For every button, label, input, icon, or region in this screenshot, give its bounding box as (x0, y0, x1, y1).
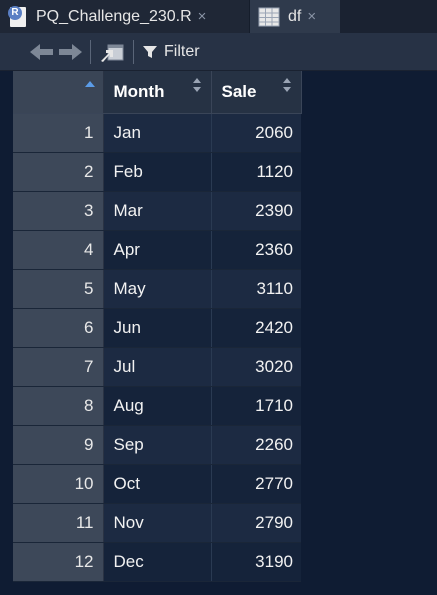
column-header-label: Month (113, 81, 165, 101)
sale-cell: 3110 (211, 269, 301, 309)
row-number: 1 (13, 113, 104, 153)
tab-label: PQ_Challenge_230.R (36, 7, 192, 25)
data-grid: Month Sale 1 Jan 2060 2 Feb 1120 3 Mar 2390 4A… (13, 71, 302, 582)
row-number: 10 (13, 464, 104, 504)
table-row: 9 Sep 2260 (13, 425, 301, 465)
table-row: 7 Jul 3020 (13, 347, 301, 387)
sort-toggle-icon[interactable] (282, 78, 293, 100)
table-row: 12 Dec 3190 (13, 542, 301, 582)
row-number: 3 (13, 191, 104, 231)
month-cell: Dec (103, 542, 212, 582)
header-row: Month Sale (13, 71, 302, 114)
month-cell: Sep (103, 425, 212, 465)
arrow-left-icon (30, 43, 53, 60)
row-number: 5 (13, 269, 104, 309)
month-cell: May (103, 269, 212, 309)
month-cell: Nov (103, 503, 212, 543)
row-number-header[interactable] (13, 71, 104, 114)
sort-toggle-icon[interactable] (192, 78, 203, 100)
table-row: 4 Apr 2360 (13, 230, 301, 270)
filter-button[interactable]: Filter (142, 43, 200, 61)
forward-button[interactable] (58, 43, 82, 61)
column-header-month[interactable]: Month (103, 71, 212, 114)
table-row: 8 Aug 1710 (13, 386, 301, 426)
month-cell: Feb (103, 152, 212, 192)
data-grid-icon (258, 7, 280, 26)
month-cell: Jun (103, 308, 212, 348)
back-button[interactable] (30, 43, 54, 61)
sort-ascending-icon (84, 81, 95, 87)
row-number: 2 (13, 152, 104, 192)
sale-cell: 3020 (211, 347, 301, 387)
tab-label: df (288, 7, 302, 25)
table-row: 6 Jun 2420 (13, 308, 301, 348)
month-cell: Mar (103, 191, 212, 231)
close-icon[interactable]: × (307, 8, 316, 25)
popout-window-icon (101, 44, 124, 62)
month-cell: Apr (103, 230, 212, 270)
data-viewer-toolbar: Filter (0, 33, 437, 71)
row-number: 11 (13, 503, 104, 543)
column-header-sale[interactable]: Sale (211, 71, 302, 114)
sale-cell: 2390 (211, 191, 301, 231)
toolbar-divider (133, 39, 134, 64)
column-header-label: Sale (221, 81, 257, 101)
sale-cell: 1710 (211, 386, 301, 426)
sale-cell: 1120 (211, 152, 301, 192)
month-cell: Jan (103, 113, 212, 153)
table-row: 5 May 3110 (13, 269, 301, 309)
row-number: 9 (13, 425, 104, 465)
table-row: 11 Nov 2790 (13, 503, 301, 543)
row-number: 6 (13, 308, 104, 348)
editor-tab-bar: R PQ_Challenge_230.R × df × (0, 0, 437, 33)
month-cell: Aug (103, 386, 212, 426)
tab-df[interactable]: df × (249, 0, 340, 33)
table-row: 2 Feb 1120 (13, 152, 301, 192)
row-number: 12 (13, 542, 104, 582)
arrow-right-icon (59, 43, 82, 60)
month-cell: Oct (103, 464, 212, 504)
show-in-window-button[interactable] (99, 41, 125, 63)
sale-cell: 2770 (211, 464, 301, 504)
table-row: 10 Oct 2770 (13, 464, 301, 504)
table-row: 1 Jan 2060 (13, 113, 301, 153)
toolbar-divider (90, 39, 91, 64)
sale-cell: 2360 (211, 230, 301, 270)
sale-cell: 2790 (211, 503, 301, 543)
month-cell: Jul (103, 347, 212, 387)
filter-funnel-icon (143, 45, 157, 58)
sale-cell: 3190 (211, 542, 301, 582)
filter-label: Filter (164, 42, 200, 60)
close-icon[interactable]: × (198, 8, 207, 25)
left-rail (0, 71, 13, 595)
tab-pq-challenge-script[interactable]: R PQ_Challenge_230.R × (0, 0, 249, 33)
r-file-icon: R (8, 5, 28, 28)
sale-cell: 2060 (211, 113, 301, 153)
row-number: 4 (13, 230, 104, 270)
row-number: 8 (13, 386, 104, 426)
sale-cell: 2420 (211, 308, 301, 348)
row-number: 7 (13, 347, 104, 387)
sale-cell: 2260 (211, 425, 301, 465)
table-row: 3 Mar 2390 (13, 191, 301, 231)
tab-bar-filler (340, 0, 437, 33)
